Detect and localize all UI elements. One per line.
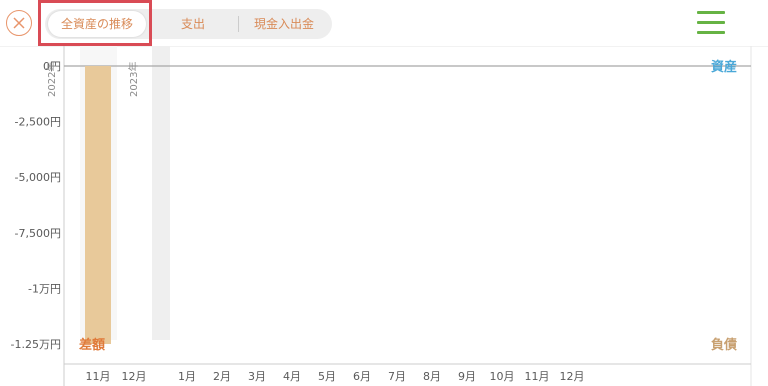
assets-label: 資産 <box>711 59 737 75</box>
month-label: 8月 <box>423 370 441 383</box>
month-label: 4月 <box>283 370 301 383</box>
year-band-2023 <box>152 46 170 340</box>
y-tick-label: -5,000円 <box>15 171 61 184</box>
top-bar: 全資産の推移 支出 現金入出金 <box>0 0 768 46</box>
asset-trend-chart: 0円-2,500円-5,000円-7,500円-1万円-1.25万円 11月 12… <box>0 46 768 386</box>
difference-bar[interactable] <box>85 66 111 344</box>
month-label: 12月 <box>122 370 147 383</box>
y-tick-label: -2,500円 <box>15 116 61 129</box>
close-button[interactable] <box>6 10 32 36</box>
tab-expenses[interactable]: 支出 <box>148 9 238 39</box>
difference-label: 差額 <box>79 337 105 353</box>
menu-button[interactable] <box>697 10 725 34</box>
month-label: 6月 <box>353 370 371 383</box>
month-label: 1月 <box>178 370 196 383</box>
month-label: 11月 <box>86 370 111 383</box>
month-label: 7月 <box>388 370 406 383</box>
y-tick-label: -1万円 <box>28 282 61 295</box>
month-label: 9月 <box>458 370 476 383</box>
month-label: 10月 <box>490 370 515 383</box>
liabilities-label: 負債 <box>711 337 737 353</box>
year-label-2023: 2023年 <box>127 62 140 97</box>
year-label-2022: 2022年 <box>45 62 58 97</box>
selection-highlight-box <box>38 0 152 46</box>
y-tick-label: -1.25万円 <box>11 338 61 351</box>
month-label: 2月 <box>213 370 231 383</box>
close-icon <box>13 17 25 29</box>
menu-icon <box>697 11 725 14</box>
month-label: 12月 <box>560 370 585 383</box>
month-label: 3月 <box>248 370 266 383</box>
month-label: 5月 <box>318 370 336 383</box>
month-label: 11月 <box>525 370 550 383</box>
y-tick-label: -7,500円 <box>15 227 61 240</box>
tab-cash-flow[interactable]: 現金入出金 <box>239 9 329 39</box>
